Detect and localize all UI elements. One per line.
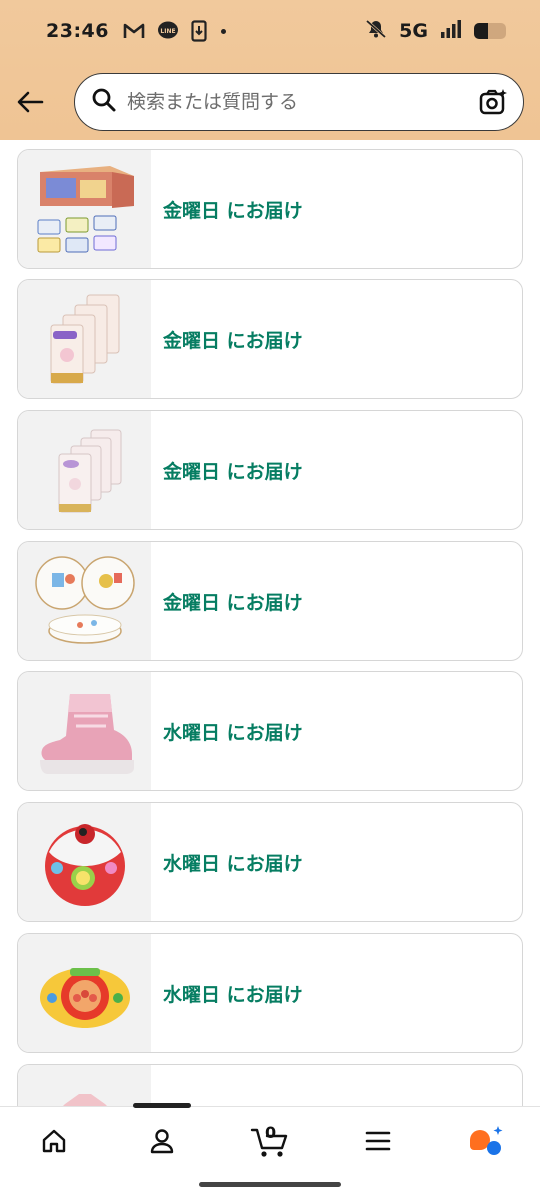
anpanman-steering-toy-image [18,934,151,1052]
nav-cart[interactable]: 0 [248,1121,292,1161]
delivery-date: 金曜日 にお届け [163,329,303,352]
baby-plates-image [18,542,151,660]
back-button[interactable] [12,84,48,120]
diaper-wipes-box-image [18,150,151,268]
delivery-date: 水曜日 にお届け [163,983,303,1006]
delivery-date [151,1065,163,1106]
gmail-icon [123,22,145,40]
home-icon [42,1129,66,1153]
mute-icon [365,19,387,44]
menu-icon [365,1131,391,1151]
system-home-indicator[interactable] [199,1182,341,1187]
account-icon [150,1129,174,1154]
back-arrow-icon [17,91,44,113]
list-item[interactable]: 金曜日 にお届け [17,149,523,269]
network-label: 5G [399,20,428,42]
camera-search-icon[interactable] [477,86,509,118]
delivery-date: 水曜日 にお届け [163,852,303,875]
delivery-date: 金曜日 にお届け [163,199,303,222]
pink-snow-boots-image [18,672,151,790]
nav-menu[interactable] [356,1121,400,1161]
rufus-ai-icon [470,1126,503,1155]
battery-icon [474,23,506,39]
baby-ball-toy-image [18,803,151,921]
list-item[interactable]: 水曜日 にお届け [17,933,523,1053]
diaper-packs-image [18,411,151,529]
list-item[interactable] [17,1064,523,1106]
signal-icon [440,19,462,43]
status-bar: 23:46 LINE 5G [0,0,540,62]
search-bar[interactable] [74,73,524,131]
active-tab-indicator [133,1103,191,1108]
search-input[interactable] [127,91,477,113]
delivery-date: 水曜日 にお届け [163,721,303,744]
nav-rufus-ai[interactable] [464,1121,508,1161]
list-item[interactable]: 金曜日 にお届け [17,279,523,399]
status-time: 23:46 [46,20,109,42]
download-icon [191,20,207,42]
nav-home[interactable] [32,1121,76,1161]
app-header: 23:46 LINE 5G [0,0,540,140]
pink-clothing-image [18,1065,151,1106]
list-item[interactable]: 金曜日 にお届け [17,541,523,661]
list-item[interactable]: 水曜日 にお届け [17,802,523,922]
list-item[interactable]: 金曜日 にお届け [17,410,523,530]
notification-dot-icon [220,28,226,34]
line-icon: LINE [157,20,179,42]
cart-count-badge: 0 [265,1123,277,1142]
delivery-date: 金曜日 にお届け [163,460,303,483]
order-list: 金曜日 にお届け 金曜日 にお届け 金曜日 にお届け 金曜日 にお届け 水曜日 … [0,148,540,1106]
list-item[interactable]: 水曜日 にお届け [17,671,523,791]
nav-account[interactable] [140,1121,184,1161]
delivery-date: 金曜日 にお届け [163,591,303,614]
svg-text:LINE: LINE [160,28,175,35]
search-icon [91,87,117,117]
merries-diaper-packs-image [18,280,151,398]
